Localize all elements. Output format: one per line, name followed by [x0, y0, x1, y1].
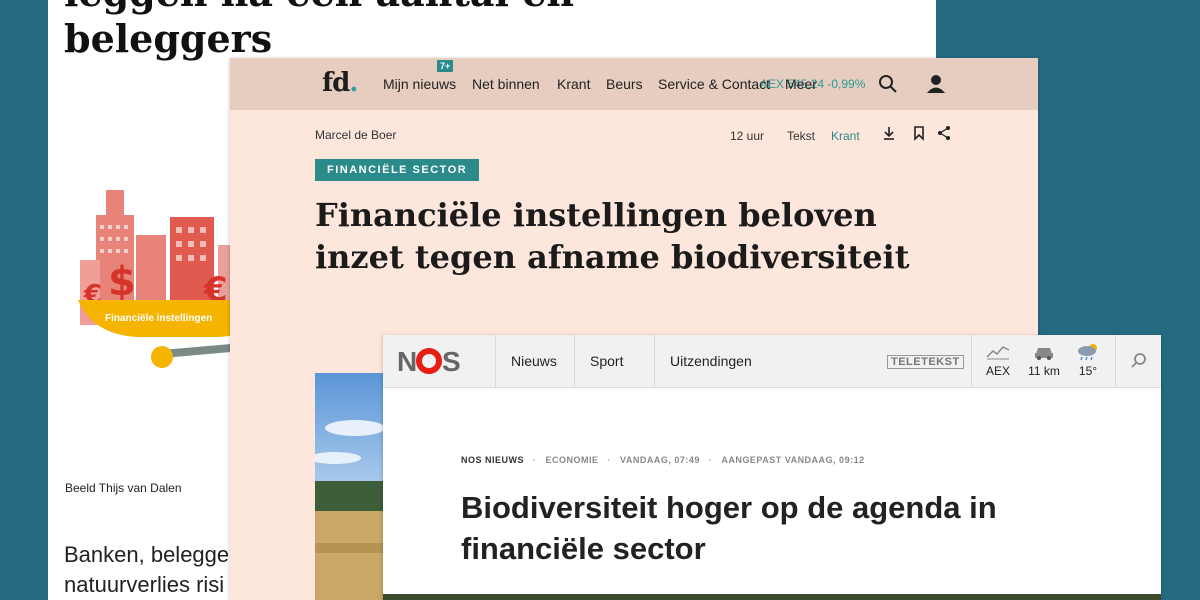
- weather-widget[interactable]: 15°: [1063, 343, 1113, 378]
- article-photo: [315, 373, 385, 600]
- nav-divider: [495, 335, 496, 387]
- download-icon[interactable]: [881, 125, 897, 141]
- car-icon: [1035, 348, 1053, 360]
- nav-divider: [654, 335, 655, 387]
- nav-divider: [971, 335, 972, 387]
- stock-chart-icon: [986, 346, 1010, 360]
- account-icon[interactable]: [925, 73, 947, 95]
- nav-uitzendingen[interactable]: Uitzendingen: [670, 353, 752, 369]
- weather-rain-icon: [1078, 344, 1097, 361]
- svg-text:N: N: [397, 346, 417, 376]
- nav-sport[interactable]: Sport: [590, 353, 623, 369]
- search-icon[interactable]: [1130, 352, 1148, 370]
- fd-logo[interactable]: fd.: [322, 68, 358, 98]
- meta-category[interactable]: ECONOMIE: [546, 455, 599, 465]
- aex-label: AEX: [985, 364, 1010, 378]
- aex-widget[interactable]: AEX: [973, 343, 1023, 378]
- nav-service-contact[interactable]: Service & Contact: [658, 76, 770, 92]
- notification-badge: 7+: [437, 60, 454, 72]
- background-headline-line1: leggen na een aantal en: [64, 0, 574, 15]
- article-time: 12 uur: [730, 129, 765, 143]
- fd-navbar: fd. Mijn nieuws 7+ Net binnen Krant Beur…: [230, 58, 1038, 110]
- search-icon[interactable]: [877, 73, 899, 95]
- background-article-lead: Banken, belegge natuurverlies risi: [64, 540, 254, 600]
- lead-line2: natuurverlies risi: [64, 572, 225, 597]
- lead-line1: Banken, belegge: [64, 542, 230, 567]
- weather-label: 15°: [1078, 364, 1098, 378]
- article-photo-strip: [383, 594, 1161, 600]
- image-caption: Beeld Thijs van Dalen: [65, 481, 182, 495]
- nav-meer[interactable]: Meer: [785, 76, 817, 92]
- bookmark-icon[interactable]: [911, 125, 927, 141]
- fd-article-title: Financiële instellingen beloven inzet te…: [315, 196, 910, 276]
- nav-mijn-nieuws[interactable]: Mijn nieuws: [383, 76, 456, 92]
- traffic-widget[interactable]: 11 km: [1019, 343, 1069, 378]
- nos-logo[interactable]: N S: [397, 346, 467, 376]
- section-tag[interactable]: FINANCIËLE SECTOR: [315, 159, 480, 181]
- svg-text:$: $: [108, 259, 136, 305]
- share-icon[interactable]: [936, 125, 952, 141]
- nos-article-window: N S Nieuws Sport Uitzendingen TELETEKST …: [383, 335, 1161, 600]
- svg-text:S: S: [442, 346, 461, 376]
- illustration-label: Financiële instellingen: [105, 313, 212, 324]
- background-headline-line2: beleggers: [64, 16, 273, 61]
- traffic-label: 11 km: [1028, 364, 1060, 378]
- nav-divider: [574, 335, 575, 387]
- nav-beurs[interactable]: Beurs: [606, 76, 643, 92]
- teletekst-link[interactable]: TELETEKST: [887, 355, 964, 369]
- article-meta: NOS NIEUWS · ECONOMIE · VANDAAG, 07:49 · AANGE…: [461, 455, 865, 465]
- nos-navbar: N S Nieuws Sport Uitzendingen TELETEKST …: [383, 335, 1161, 388]
- nav-krant[interactable]: Krant: [557, 76, 590, 92]
- nav-divider: [1115, 335, 1116, 387]
- meta-source[interactable]: NOS NIEUWS: [461, 455, 524, 465]
- nav-nieuws[interactable]: Nieuws: [511, 353, 557, 369]
- meta-published: VANDAAG, 07:49: [620, 455, 700, 465]
- background-article-headline: leggen na een aantal en beleggers: [64, 0, 764, 62]
- article-author[interactable]: Marcel de Boer: [315, 128, 396, 142]
- nos-article-title: Biodiversiteit hoger op de agenda in fin…: [461, 490, 997, 566]
- view-krant-toggle[interactable]: Krant: [831, 129, 860, 143]
- meta-updated: AANGEPAST VANDAAG, 09:12: [721, 455, 865, 465]
- view-text-toggle[interactable]: Tekst: [787, 129, 815, 143]
- nav-net-binnen[interactable]: Net binnen: [472, 76, 540, 92]
